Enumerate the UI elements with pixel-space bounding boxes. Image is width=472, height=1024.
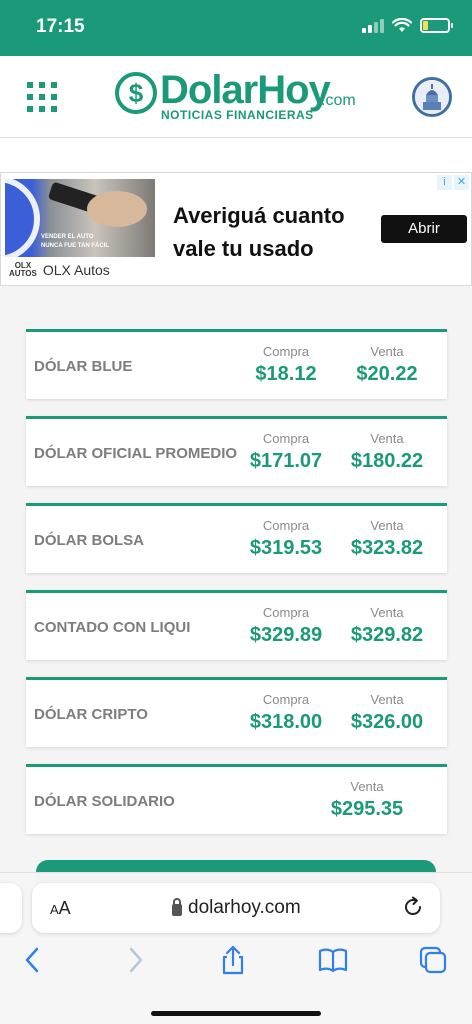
rate-card-solidario[interactable]: DÓLAR SOLIDARIO Venta $295.35 bbox=[26, 764, 447, 834]
menu-grid-icon[interactable] bbox=[27, 82, 57, 112]
buy-value: $18.12 bbox=[255, 363, 317, 385]
ad-headline[interactable]: Averiguá cuanto vale tu usado bbox=[173, 199, 373, 265]
rate-name: DÓLAR CRIPTO bbox=[34, 706, 148, 723]
ad-image: VENDER EL AUTO NUNCA FUE TAN FÁCIL bbox=[5, 179, 155, 257]
capitol-icon[interactable] bbox=[412, 77, 452, 117]
sell-value: $326.00 bbox=[350, 711, 424, 733]
ad-banner[interactable]: VENDER EL AUTO NUNCA FUE TAN FÁCIL Averi… bbox=[0, 172, 472, 286]
home-indicator[interactable] bbox=[151, 1011, 321, 1016]
buy-label: Compra bbox=[262, 518, 310, 533]
sell-value: $20.22 bbox=[356, 363, 418, 385]
buy-label: Compra bbox=[262, 605, 310, 620]
reload-icon[interactable] bbox=[402, 896, 424, 918]
ad-open-button[interactable]: Abrir bbox=[381, 215, 467, 243]
sell-label: Venta bbox=[370, 344, 404, 359]
ad-image-text-1: VENDER EL AUTO bbox=[41, 234, 94, 240]
rate-card-blue[interactable]: DÓLAR BLUE Compra $18.12 Venta $20.22 bbox=[26, 329, 447, 399]
lock-icon bbox=[172, 898, 182, 916]
buy-label: Compra bbox=[262, 344, 310, 359]
cellular-signal-icon bbox=[362, 18, 384, 33]
share-icon[interactable] bbox=[218, 945, 248, 975]
battery-icon bbox=[420, 18, 453, 33]
ad-brand: OLX AUTOS OLX Autos bbox=[9, 261, 110, 279]
forward-icon[interactable] bbox=[120, 945, 150, 975]
status-icons bbox=[362, 18, 453, 33]
buy-value: $318.00 bbox=[249, 711, 323, 733]
back-icon[interactable] bbox=[18, 945, 48, 975]
bookmarks-icon[interactable] bbox=[318, 945, 348, 975]
reader-options-button[interactable]: AA bbox=[50, 898, 71, 919]
sell-label: Venta bbox=[370, 605, 404, 620]
buy-value: $171.07 bbox=[249, 450, 323, 472]
rate-card-ccl[interactable]: CONTADO CON LIQUI Compra $329.89 Venta $… bbox=[26, 590, 447, 660]
status-bar: 17:15 bbox=[0, 0, 472, 56]
browser-toolbar bbox=[0, 945, 472, 985]
sell-value: $329.82 bbox=[350, 624, 424, 646]
sell-value: $180.22 bbox=[350, 450, 424, 472]
site-header: $ DolarHoy .com NOTICIAS FINANCIERAS bbox=[0, 56, 472, 138]
previous-tab-peek[interactable] bbox=[0, 883, 22, 933]
ad-controls: i ✕ bbox=[437, 175, 469, 190]
sell-label: Venta bbox=[370, 431, 404, 446]
sell-label: Venta bbox=[370, 518, 404, 533]
rate-name: DÓLAR BOLSA bbox=[34, 532, 144, 549]
sell-label: Venta bbox=[350, 779, 384, 794]
buy-value: $329.89 bbox=[249, 624, 323, 646]
wifi-icon bbox=[392, 18, 412, 32]
rates-section: DÓLAR BLUE Compra $18.12 Venta $20.22 DÓ… bbox=[0, 286, 472, 890]
dollar-logo-icon: $ bbox=[115, 72, 157, 114]
url-text: dolarhoy.com bbox=[188, 897, 301, 918]
rate-card-bolsa[interactable]: DÓLAR BOLSA Compra $319.53 Venta $323.82 bbox=[26, 503, 447, 573]
buy-label: Compra bbox=[262, 431, 310, 446]
ad-brand-name: OLX Autos bbox=[42, 262, 110, 278]
ad-info-icon[interactable]: i bbox=[437, 175, 452, 190]
rate-name: DÓLAR SOLIDARIO bbox=[34, 793, 175, 810]
status-time: 17:15 bbox=[36, 16, 85, 37]
rate-name: DÓLAR BLUE bbox=[34, 358, 133, 375]
browser-bar: AA dolarhoy.com bbox=[0, 872, 472, 1024]
sell-label: Venta bbox=[370, 692, 404, 707]
ad-image-text-2: NUNCA FUE TAN FÁCIL bbox=[41, 243, 109, 249]
logo-name: DolarHoy bbox=[160, 68, 331, 112]
rate-name: DÓLAR OFICIAL PROMEDIO bbox=[34, 445, 238, 462]
sell-value: $295.35 bbox=[330, 798, 404, 820]
sell-value: $323.82 bbox=[350, 537, 424, 559]
rate-card-cripto[interactable]: DÓLAR CRIPTO Compra $318.00 Venta $326.0… bbox=[26, 677, 447, 747]
ad-close-icon[interactable]: ✕ bbox=[454, 175, 469, 190]
olx-logo-icon: OLX AUTOS bbox=[9, 261, 37, 278]
rate-name: CONTADO CON LIQUI bbox=[34, 619, 191, 636]
buy-value: $319.53 bbox=[249, 537, 323, 559]
logo-subtitle: NOTICIAS FINANCIERAS bbox=[161, 108, 314, 122]
tabs-icon[interactable] bbox=[418, 945, 448, 975]
rate-card-oficial[interactable]: DÓLAR OFICIAL PROMEDIO Compra $171.07 Ve… bbox=[26, 416, 447, 486]
address-bar[interactable]: AA dolarhoy.com bbox=[32, 883, 440, 933]
buy-label: Compra bbox=[262, 692, 310, 707]
logo-domain: .com bbox=[321, 92, 356, 109]
site-logo[interactable]: $ DolarHoy .com NOTICIAS FINANCIERAS bbox=[115, 68, 365, 122]
